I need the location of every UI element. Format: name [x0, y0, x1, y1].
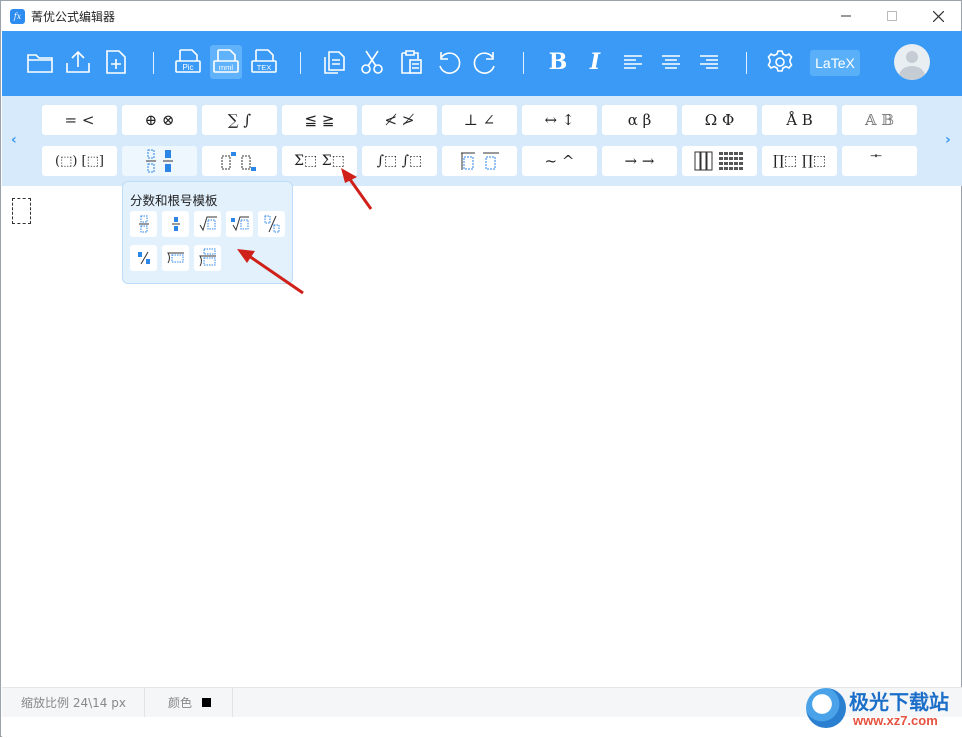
formula-placeholder[interactable]	[12, 198, 31, 224]
color-swatch[interactable]	[202, 698, 212, 707]
watermark-url: www.xz7.com	[853, 713, 938, 728]
color-label: 颜色	[168, 696, 193, 710]
watermark-text: 极光下载站	[849, 690, 949, 714]
color-status[interactable]: 颜色	[145, 687, 233, 718]
watermark-logo-icon	[806, 688, 846, 728]
watermark: 极光下载站 www.xz7.com	[801, 684, 959, 736]
annotation-arrowhead-1	[341, 168, 357, 183]
app-window: fx 菁优公式编辑器 Pic mml TEX B I LaTeX ‹ › = <…	[0, 0, 962, 737]
annotation-arrowhead-2	[237, 249, 255, 263]
annotation-arrow-2	[248, 254, 304, 295]
zoom-status[interactable]: 缩放比例 24\14 px	[2, 687, 145, 718]
annotation-arrows	[237, 168, 373, 295]
annotation-arrow-1	[347, 177, 373, 210]
